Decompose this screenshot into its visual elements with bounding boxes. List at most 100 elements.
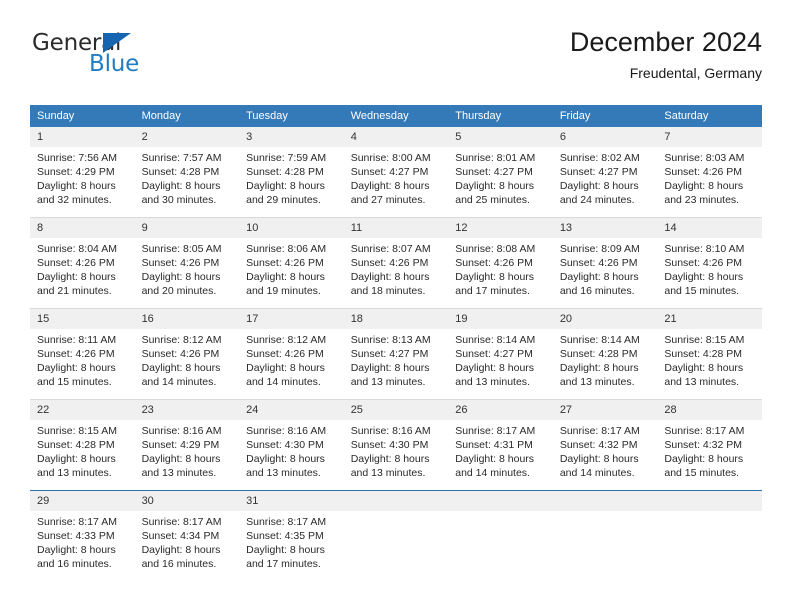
daylight-text-line2: and 14 minutes. [455, 467, 530, 479]
day-details: Sunrise: 8:05 AM Sunset: 4:26 PM Daylight:… [135, 238, 240, 308]
calendar-day-cell[interactable]: 3 Sunrise: 7:59 AM Sunset: 4:28 PM Daylight… [239, 127, 344, 218]
sunset-text: Sunset: 4:26 PM [455, 257, 533, 269]
calendar-day-cell[interactable]: 8 Sunrise: 8:04 AM Sunset: 4:26 PM Daylight… [30, 217, 135, 309]
sunset-text: Sunset: 4:32 PM [664, 439, 743, 451]
calendar-day-cell[interactable]: 29 Sunrise: 8:17 AM Sunset: 4:33 PM Dayligh… [30, 490, 135, 581]
sunrise-text: Sunrise: 8:01 AM [455, 152, 536, 164]
sunset-text: Sunset: 4:26 PM [559, 257, 638, 269]
sunset-text: Sunset: 4:35 PM [246, 530, 324, 542]
day-number: 10 [239, 218, 344, 238]
calendar-day-cell[interactable]: 5 Sunrise: 8:01 AM Sunset: 4:27 PM Daylight… [448, 127, 553, 218]
calendar-day-cell[interactable]: 31 Sunrise: 8:17 AM Sunset: 4:35 PM Dayligh… [239, 490, 344, 581]
calendar-day-cell[interactable]: 6 Sunrise: 8:02 AM Sunset: 4:27 PM Daylight… [552, 127, 658, 218]
sunset-text: Sunset: 4:27 PM [350, 166, 429, 178]
daylight-text-line1: Daylight: 8 hours [37, 362, 116, 374]
daylight-text-line1: Daylight: 8 hours [664, 453, 744, 465]
weekday-header-saturday: Saturday [657, 105, 762, 127]
sunrise-text: Sunrise: 7:56 AM [37, 152, 117, 164]
calendar-day-cell[interactable]: 20 Sunrise: 8:14 AM Sunset: 4:28 PM Dayligh… [552, 308, 658, 400]
sunrise-text: Sunrise: 8:16 AM [350, 425, 431, 437]
logo-triangle-icon [103, 33, 131, 53]
calendar-day-cell[interactable]: 17 Sunrise: 8:12 AM Sunset: 4:26 PM Dayligh… [239, 308, 344, 400]
daylight-text-line2: and 24 minutes. [559, 194, 635, 206]
day-number: 23 [134, 400, 240, 420]
daylight-text-line2: and 15 minutes. [664, 285, 740, 297]
calendar-day-cell[interactable]: 7 Sunrise: 8:03 AM Sunset: 4:26 PM Daylight… [657, 127, 762, 218]
day-number [448, 491, 553, 511]
daylight-text-line1: Daylight: 8 hours [37, 453, 116, 465]
sunrise-text: Sunrise: 7:59 AM [246, 152, 327, 164]
daylight-text-line1: Daylight: 8 hours [141, 362, 221, 374]
daylight-text-line1: Daylight: 8 hours [37, 180, 116, 192]
calendar-day-cell[interactable]: 26 Sunrise: 8:17 AM Sunset: 4:31 PM Dayligh… [448, 399, 553, 491]
day-details [553, 511, 658, 581]
calendar-day-cell[interactable]: 1 Sunrise: 7:56 AM Sunset: 4:29 PM Daylight… [30, 127, 135, 218]
daylight-text-line1: Daylight: 8 hours [141, 453, 221, 465]
calendar-day-cell[interactable]: 15 Sunrise: 8:11 AM Sunset: 4:26 PM Dayligh… [30, 308, 135, 400]
calendar-day-cell-empty [343, 490, 449, 581]
calendar-day-cell[interactable]: 30 Sunrise: 8:17 AM Sunset: 4:34 PM Dayligh… [134, 490, 240, 581]
day-details: Sunrise: 8:12 AM Sunset: 4:26 PM Daylight:… [135, 329, 240, 399]
sunset-text: Sunset: 4:26 PM [664, 257, 743, 269]
daylight-text-line1: Daylight: 8 hours [350, 180, 430, 192]
daylight-text-line2: and 16 minutes. [141, 558, 217, 570]
daylight-text-line1: Daylight: 8 hours [141, 544, 221, 556]
day-number: 29 [30, 491, 135, 511]
logo-text-blue: Blue [89, 51, 140, 77]
day-details: Sunrise: 8:16 AM Sunset: 4:30 PM Daylight:… [344, 420, 449, 490]
day-details: Sunrise: 8:16 AM Sunset: 4:30 PM Daylight:… [239, 420, 344, 490]
calendar-day-cell[interactable]: 22 Sunrise: 8:15 AM Sunset: 4:28 PM Dayligh… [30, 399, 135, 491]
page-subtitle: Freudental, Germany [629, 65, 762, 81]
calendar-day-cell[interactable]: 23 Sunrise: 8:16 AM Sunset: 4:29 PM Dayligh… [134, 399, 240, 491]
sunset-text: Sunset: 4:26 PM [37, 257, 115, 269]
calendar-day-cell[interactable]: 14 Sunrise: 8:10 AM Sunset: 4:26 PM Dayligh… [657, 217, 762, 309]
sunset-text: Sunset: 4:27 PM [559, 166, 638, 178]
daylight-text-line1: Daylight: 8 hours [246, 362, 325, 374]
daylight-text-line1: Daylight: 8 hours [559, 180, 639, 192]
calendar-day-cell[interactable]: 2 Sunrise: 7:57 AM Sunset: 4:28 PM Daylight… [134, 127, 240, 218]
sunrise-text: Sunrise: 8:06 AM [246, 243, 327, 255]
sunset-text: Sunset: 4:27 PM [350, 348, 429, 360]
sunset-text: Sunset: 4:28 PM [37, 439, 115, 451]
calendar-day-cell[interactable]: 9 Sunrise: 8:05 AM Sunset: 4:26 PM Daylight… [134, 217, 240, 309]
daylight-text-line1: Daylight: 8 hours [37, 271, 116, 283]
sunset-text: Sunset: 4:26 PM [664, 166, 743, 178]
calendar-day-cell[interactable]: 27 Sunrise: 8:17 AM Sunset: 4:32 PM Dayligh… [552, 399, 658, 491]
calendar-day-cell[interactable]: 13 Sunrise: 8:09 AM Sunset: 4:26 PM Dayligh… [552, 217, 658, 309]
sunrise-text: Sunrise: 8:15 AM [37, 425, 117, 437]
day-number: 7 [657, 127, 762, 147]
day-number: 6 [552, 127, 658, 147]
day-number: 19 [448, 309, 553, 329]
calendar-day-cell[interactable]: 11 Sunrise: 8:07 AM Sunset: 4:26 PM Dayligh… [343, 217, 449, 309]
calendar-week-row: 22 Sunrise: 8:15 AM Sunset: 4:28 PM Dayligh… [30, 399, 762, 491]
daylight-text-line1: Daylight: 8 hours [350, 271, 430, 283]
calendar-day-cell[interactable]: 16 Sunrise: 8:12 AM Sunset: 4:26 PM Dayligh… [134, 308, 240, 400]
daylight-text-line2: and 13 minutes. [141, 467, 217, 479]
calendar-day-cell[interactable]: 25 Sunrise: 8:16 AM Sunset: 4:30 PM Dayligh… [343, 399, 449, 491]
daylight-text-line1: Daylight: 8 hours [559, 362, 639, 374]
calendar-day-cell[interactable]: 19 Sunrise: 8:14 AM Sunset: 4:27 PM Dayligh… [448, 308, 553, 400]
calendar-day-cell[interactable]: 12 Sunrise: 8:08 AM Sunset: 4:26 PM Dayligh… [448, 217, 553, 309]
day-details: Sunrise: 7:59 AM Sunset: 4:28 PM Daylight:… [239, 147, 344, 217]
day-details: Sunrise: 8:07 AM Sunset: 4:26 PM Daylight:… [344, 238, 449, 308]
calendar-day-cell[interactable]: 21 Sunrise: 8:15 AM Sunset: 4:28 PM Dayligh… [657, 308, 762, 400]
calendar-day-cell[interactable]: 28 Sunrise: 8:17 AM Sunset: 4:32 PM Dayligh… [657, 399, 762, 491]
sunset-text: Sunset: 4:26 PM [350, 257, 429, 269]
calendar-day-cell[interactable]: 18 Sunrise: 8:13 AM Sunset: 4:27 PM Dayligh… [343, 308, 449, 400]
daylight-text-line1: Daylight: 8 hours [455, 362, 535, 374]
weekday-header-wednesday: Wednesday [343, 105, 449, 127]
calendar-day-cell[interactable]: 24 Sunrise: 8:16 AM Sunset: 4:30 PM Dayligh… [239, 399, 344, 491]
day-number: 18 [343, 309, 449, 329]
daylight-text-line2: and 16 minutes. [37, 558, 112, 570]
day-details: Sunrise: 8:00 AM Sunset: 4:27 PM Daylight:… [344, 147, 449, 217]
sunrise-text: Sunrise: 8:07 AM [350, 243, 431, 255]
day-number: 24 [239, 400, 344, 420]
sunrise-text: Sunrise: 8:15 AM [664, 334, 745, 346]
daylight-text-line2: and 14 minutes. [141, 376, 217, 388]
sunset-text: Sunset: 4:26 PM [141, 348, 220, 360]
weekday-header-monday: Monday [134, 105, 240, 127]
calendar-day-cell[interactable]: 4 Sunrise: 8:00 AM Sunset: 4:27 PM Daylight… [343, 127, 449, 218]
sunrise-text: Sunrise: 8:09 AM [559, 243, 640, 255]
calendar-day-cell[interactable]: 10 Sunrise: 8:06 AM Sunset: 4:26 PM Dayligh… [239, 217, 344, 309]
sunrise-text: Sunrise: 8:02 AM [559, 152, 640, 164]
